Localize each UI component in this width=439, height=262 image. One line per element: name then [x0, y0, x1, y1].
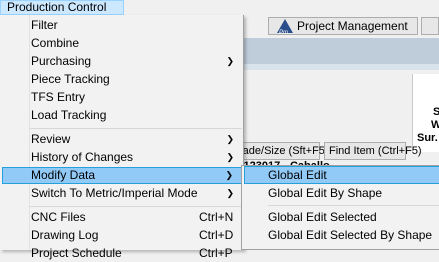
menu-item-modify-data[interactable]: Modify Data ❯	[2, 167, 242, 184]
grade-size-button[interactable]: rade/Size (Sft+F5)	[236, 142, 329, 160]
toolbar-button[interactable]	[421, 17, 439, 35]
project-management-label: Project Management	[297, 19, 408, 33]
menu-production-control[interactable]: Production Control	[0, 0, 124, 15]
submenu-item-label: Global Edit Selected By Shape	[268, 228, 433, 242]
menu-item-label: Purchasing	[31, 54, 92, 68]
menu-item-label: Review	[31, 132, 71, 146]
submenu-item-global-edit-by-shape[interactable]: Global Edit By Shape	[244, 184, 439, 202]
menu-item-filter[interactable]: Filter	[2, 17, 242, 34]
modify-data-submenu: Global Edit Global Edit By Shape Global …	[241, 165, 439, 250]
production-control-menu: Filter Combine Purchasing ❯ Piece Trackin…	[0, 15, 244, 260]
submenu-item-global-edit[interactable]: Global Edit	[244, 166, 439, 184]
submenu-item-label: Global Edit By Shape	[268, 186, 383, 200]
menu-item-drawing-log[interactable]: Drawing Log Ctrl+D	[2, 227, 242, 244]
find-item-button[interactable]: Find Item (Ctrl+F5)	[324, 142, 422, 160]
submenu-arrow-icon: ❯	[225, 170, 233, 180]
submenu-arrow-icon: ❯	[226, 152, 234, 162]
submenu-item-global-edit-selected[interactable]: Global Edit Selected	[244, 208, 439, 226]
menu-item-combine[interactable]: Combine	[2, 35, 242, 52]
menu-item-label: Switch To Metric/Imperial Mode	[31, 186, 198, 200]
menu-item-label: Combine	[31, 36, 80, 50]
menu-separator	[30, 206, 242, 207]
menu-item-label: Drawing Log	[31, 228, 99, 242]
menu-item-switch-metric-imperial[interactable]: Switch To Metric/Imperial Mode ❯	[2, 185, 242, 202]
menu-item-label: Modify Data	[31, 168, 96, 182]
submenu-item-label: Global Edit Selected	[268, 210, 377, 224]
submenu-arrow-icon: ❯	[226, 56, 234, 66]
project-management-button[interactable]: Pm Project Management	[268, 17, 418, 36]
submenu-arrow-icon: ❯	[226, 134, 234, 144]
menu-item-load-tracking[interactable]: Load Tracking	[2, 107, 242, 124]
menu-item-label: Load Tracking	[31, 108, 107, 122]
menu-item-purchasing[interactable]: Purchasing ❯	[2, 53, 242, 70]
menu-shortcut: Ctrl+D	[199, 228, 234, 242]
summary-sur-label: Sur.	[417, 132, 438, 144]
submenu-item-global-edit-selected-by-shape[interactable]: Global Edit Selected By Shape	[244, 226, 439, 244]
menu-item-label: TFS Entry	[31, 90, 86, 104]
menu-separator	[30, 128, 242, 129]
menu-item-label: Filter	[31, 18, 58, 32]
menu-item-piece-tracking[interactable]: Piece Tracking	[2, 71, 242, 88]
menu-item-label: CNC Files	[31, 210, 86, 224]
menu-item-cnc-files[interactable]: CNC Files Ctrl+N	[2, 209, 242, 226]
menu-shortcut: Ctrl+P	[199, 246, 233, 260]
menu-item-project-schedule[interactable]: Project Schedule Ctrl+P	[2, 245, 242, 262]
menu-item-tfs-entry[interactable]: TFS Entry	[2, 89, 242, 106]
menu-item-history-of-changes[interactable]: History of Changes ❯	[2, 149, 242, 166]
submenu-separator	[268, 205, 439, 206]
menu-item-review[interactable]: Review ❯	[2, 131, 242, 148]
submenu-item-label: Global Edit	[268, 168, 327, 182]
menu-item-label: History of Changes	[31, 150, 134, 164]
menu-item-label: Project Schedule	[31, 246, 122, 260]
submenu-arrow-icon: ❯	[226, 188, 234, 198]
menu-shortcut: Ctrl+N	[199, 210, 234, 224]
project-management-logo-icon: Pm	[277, 19, 293, 36]
summary-w-label: W	[431, 119, 439, 131]
summary-s-label: S	[433, 106, 439, 118]
summary-panel: S W Sur.	[412, 74, 439, 152]
menu-item-label: Piece Tracking	[31, 72, 110, 86]
menu-bar: Production Control	[0, 0, 439, 15]
